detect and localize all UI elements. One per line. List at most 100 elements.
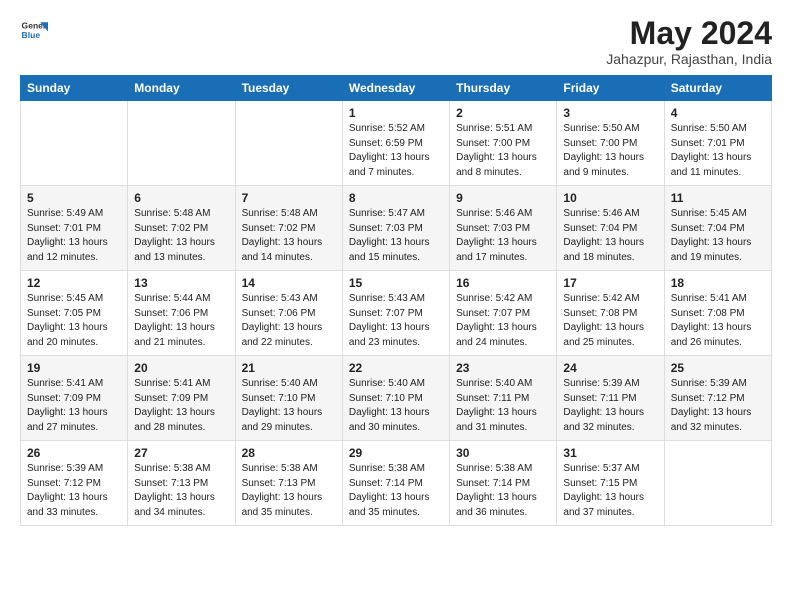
- sunset-text: Sunset: 7:04 PM: [563, 222, 657, 237]
- day-cell-22: 22 Sunrise: 5:40 AMSunset: 7:10 PMDayligh…: [342, 356, 449, 441]
- sunset-text: Sunset: 7:15 PM: [563, 477, 657, 492]
- sunset-text: Sunset: 7:10 PM: [242, 392, 336, 407]
- daylight-text: Daylight: 13 hours and 36 minutes.: [456, 491, 550, 520]
- day-number: 31: [563, 446, 657, 460]
- day-number: 22: [349, 361, 443, 375]
- sunset-text: Sunset: 7:10 PM: [349, 392, 443, 407]
- sunrise-text: Sunrise: 5:47 AM: [349, 207, 443, 222]
- day-cell-26: 26 Sunrise: 5:39 AMSunset: 7:12 PMDayligh…: [21, 441, 128, 526]
- header-day-wednesday: Wednesday: [342, 76, 449, 101]
- cell-content: Sunrise: 5:39 AMSunset: 7:12 PMDaylight:…: [671, 377, 765, 435]
- cell-content: Sunrise: 5:37 AMSunset: 7:15 PMDaylight:…: [563, 462, 657, 520]
- cell-content: Sunrise: 5:38 AMSunset: 7:14 PMDaylight:…: [349, 462, 443, 520]
- day-number: 16: [456, 276, 550, 290]
- day-cell-3: 3Sunrise: 5:50 AMSunset: 7:00 PMDaylight…: [557, 101, 664, 186]
- sunset-text: Sunset: 7:09 PM: [27, 392, 121, 407]
- daylight-text: Daylight: 13 hours and 31 minutes.: [456, 406, 550, 435]
- sunrise-text: Sunrise: 5:45 AM: [671, 207, 765, 222]
- day-number: 20: [134, 361, 228, 375]
- sunset-text: Sunset: 7:09 PM: [134, 392, 228, 407]
- sunrise-text: Sunrise: 5:48 AM: [242, 207, 336, 222]
- week-row-4: 19 Sunrise: 5:41 AMSunset: 7:09 PMDayligh…: [21, 356, 772, 441]
- sunrise-text: Sunrise: 5:38 AM: [349, 462, 443, 477]
- cell-content: Sunrise: 5:46 AMSunset: 7:04 PMDaylight:…: [563, 207, 657, 265]
- day-cell-12: 12Sunrise: 5:45 AMSunset: 7:05 PMDayligh…: [21, 271, 128, 356]
- daylight-text: Daylight: 13 hours and 24 minutes.: [456, 321, 550, 350]
- day-cell-17: 17 Sunrise: 5:42 AMSunset: 7:08 PMDayligh…: [557, 271, 664, 356]
- sunset-text: Sunset: 7:01 PM: [671, 137, 765, 152]
- daylight-text: Daylight: 13 hours and 14 minutes.: [242, 236, 336, 265]
- sunset-text: Sunset: 7:06 PM: [134, 307, 228, 322]
- day-cell-31: 31 Sunrise: 5:37 AMSunset: 7:15 PMDayligh…: [557, 441, 664, 526]
- day-cell-13: 13 Sunrise: 5:44 AMSunset: 7:06 PMDayligh…: [128, 271, 235, 356]
- calendar-table: SundayMondayTuesdayWednesdayThursdayFrid…: [20, 75, 772, 526]
- day-number: 19: [27, 361, 121, 375]
- sunset-text: Sunset: 7:05 PM: [27, 307, 121, 322]
- day-number: 25: [671, 361, 765, 375]
- cell-content: Sunrise: 5:50 AMSunset: 7:00 PMDaylight:…: [563, 122, 657, 180]
- sunrise-text: Sunrise: 5:39 AM: [671, 377, 765, 392]
- sunset-text: Sunset: 7:04 PM: [671, 222, 765, 237]
- daylight-text: Daylight: 13 hours and 13 minutes.: [134, 236, 228, 265]
- sunrise-text: Sunrise: 5:50 AM: [563, 122, 657, 137]
- cell-content: Sunrise: 5:39 AMSunset: 7:12 PMDaylight:…: [27, 462, 121, 520]
- daylight-text: Daylight: 13 hours and 18 minutes.: [563, 236, 657, 265]
- header-row: SundayMondayTuesdayWednesdayThursdayFrid…: [21, 76, 772, 101]
- empty-cell: [235, 101, 342, 186]
- cell-content: Sunrise: 5:39 AMSunset: 7:11 PMDaylight:…: [563, 377, 657, 435]
- header-day-thursday: Thursday: [450, 76, 557, 101]
- day-cell-6: 6Sunrise: 5:48 AMSunset: 7:02 PMDaylight…: [128, 186, 235, 271]
- cell-content: Sunrise: 5:42 AMSunset: 7:08 PMDaylight:…: [563, 292, 657, 350]
- sunset-text: Sunset: 7:08 PM: [671, 307, 765, 322]
- sunset-text: Sunset: 7:03 PM: [456, 222, 550, 237]
- day-number: 21: [242, 361, 336, 375]
- day-cell-25: 25 Sunrise: 5:39 AMSunset: 7:12 PMDayligh…: [664, 356, 771, 441]
- cell-content: Sunrise: 5:40 AMSunset: 7:10 PMDaylight:…: [349, 377, 443, 435]
- header-day-tuesday: Tuesday: [235, 76, 342, 101]
- sunrise-text: Sunrise: 5:40 AM: [456, 377, 550, 392]
- day-number: 6: [134, 191, 228, 205]
- sunrise-text: Sunrise: 5:46 AM: [563, 207, 657, 222]
- day-cell-5: 5Sunrise: 5:49 AMSunset: 7:01 PMDaylight…: [21, 186, 128, 271]
- day-cell-19: 19 Sunrise: 5:41 AMSunset: 7:09 PMDayligh…: [21, 356, 128, 441]
- sunset-text: Sunset: 7:07 PM: [349, 307, 443, 322]
- daylight-text: Daylight: 13 hours and 17 minutes.: [456, 236, 550, 265]
- day-number: 30: [456, 446, 550, 460]
- day-cell-7: 7Sunrise: 5:48 AMSunset: 7:02 PMDaylight…: [235, 186, 342, 271]
- cell-content: Sunrise: 5:41 AMSunset: 7:09 PMDaylight:…: [134, 377, 228, 435]
- day-number: 13: [134, 276, 228, 290]
- cell-content: Sunrise: 5:50 AMSunset: 7:01 PMDaylight:…: [671, 122, 765, 180]
- day-cell-18: 18Sunrise: 5:41 AMSunset: 7:08 PMDayligh…: [664, 271, 771, 356]
- sunrise-text: Sunrise: 5:45 AM: [27, 292, 121, 307]
- day-number: 26: [27, 446, 121, 460]
- day-cell-30: 30Sunrise: 5:38 AMSunset: 7:14 PMDayligh…: [450, 441, 557, 526]
- daylight-text: Daylight: 13 hours and 37 minutes.: [563, 491, 657, 520]
- day-cell-10: 10Sunrise: 5:46 AMSunset: 7:04 PMDayligh…: [557, 186, 664, 271]
- empty-cell: [128, 101, 235, 186]
- day-cell-11: 11 Sunrise: 5:45 AMSunset: 7:04 PMDayligh…: [664, 186, 771, 271]
- cell-content: Sunrise: 5:46 AMSunset: 7:03 PMDaylight:…: [456, 207, 550, 265]
- sunset-text: Sunset: 7:14 PM: [349, 477, 443, 492]
- sunrise-text: Sunrise: 5:41 AM: [671, 292, 765, 307]
- cell-content: Sunrise: 5:41 AMSunset: 7:09 PMDaylight:…: [27, 377, 121, 435]
- day-number: 17: [563, 276, 657, 290]
- sunrise-text: Sunrise: 5:43 AM: [242, 292, 336, 307]
- cell-content: Sunrise: 5:48 AMSunset: 7:02 PMDaylight:…: [242, 207, 336, 265]
- sunset-text: Sunset: 7:00 PM: [563, 137, 657, 152]
- cell-content: Sunrise: 5:45 AMSunset: 7:04 PMDaylight:…: [671, 207, 765, 265]
- daylight-text: Daylight: 13 hours and 29 minutes.: [242, 406, 336, 435]
- daylight-text: Daylight: 13 hours and 35 minutes.: [242, 491, 336, 520]
- daylight-text: Daylight: 13 hours and 9 minutes.: [563, 151, 657, 180]
- header-day-monday: Monday: [128, 76, 235, 101]
- sunset-text: Sunset: 7:11 PM: [456, 392, 550, 407]
- day-number: 11: [671, 191, 765, 205]
- daylight-text: Daylight: 13 hours and 21 minutes.: [134, 321, 228, 350]
- day-cell-4: 4Sunrise: 5:50 AMSunset: 7:01 PMDaylight…: [664, 101, 771, 186]
- day-cell-23: 23Sunrise: 5:40 AMSunset: 7:11 PMDayligh…: [450, 356, 557, 441]
- day-cell-14: 14Sunrise: 5:43 AMSunset: 7:06 PMDayligh…: [235, 271, 342, 356]
- page: General Blue May 2024 Jahazpur, Rajastha…: [0, 0, 792, 612]
- daylight-text: Daylight: 13 hours and 19 minutes.: [671, 236, 765, 265]
- sunset-text: Sunset: 6:59 PM: [349, 137, 443, 152]
- day-number: 5: [27, 191, 121, 205]
- cell-content: Sunrise: 5:44 AMSunset: 7:06 PMDaylight:…: [134, 292, 228, 350]
